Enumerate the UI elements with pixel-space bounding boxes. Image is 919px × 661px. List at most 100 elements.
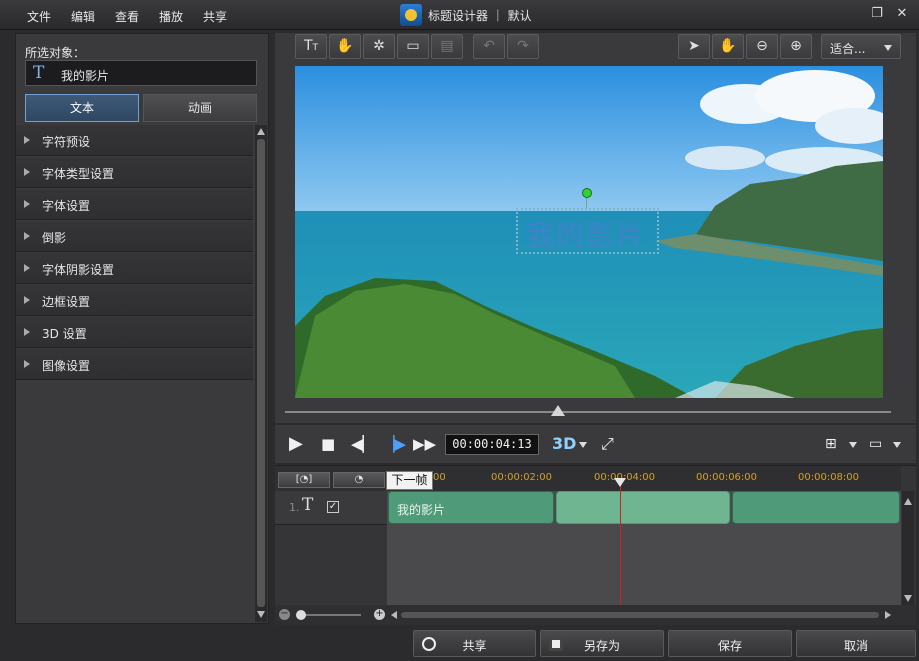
zoom-slider-track[interactable]	[297, 614, 361, 616]
prop-border[interactable]: 边框设置	[16, 285, 253, 316]
timeline-vertical-scrollbar[interactable]	[902, 491, 914, 609]
save-button[interactable]: 保存	[668, 630, 792, 657]
rotate-handle[interactable]	[582, 188, 592, 198]
expand-arrow-icon	[24, 200, 30, 208]
text-selection-box[interactable]: 我的影片	[516, 208, 659, 254]
add-background-icon[interactable]: ▤	[431, 34, 463, 59]
menu-view[interactable]: 查看	[115, 8, 139, 25]
undo-icon[interactable]: ↶	[473, 34, 505, 59]
menu-edit[interactable]: 编辑	[71, 8, 95, 25]
preview-area: 我的影片	[275, 61, 916, 423]
chevron-down-icon[interactable]	[579, 442, 587, 448]
previous-frame-icon[interactable]: ◀▏	[351, 435, 374, 453]
zoom-in-icon[interactable]: +	[374, 609, 385, 620]
scroll-thumb[interactable]	[257, 139, 265, 607]
add-effect-icon[interactable]: ✲	[363, 34, 395, 59]
add-image-icon[interactable]: ▭	[397, 34, 429, 59]
restore-icon[interactable]: ❐	[871, 7, 883, 20]
share-button[interactable]: 共享	[413, 630, 536, 657]
timeline-fit-icon[interactable]: [◔]	[278, 472, 330, 488]
tab-text[interactable]: 文本	[25, 94, 139, 122]
timecode-display: 00:00:04:13	[445, 434, 539, 455]
expand-arrow-icon	[24, 296, 30, 304]
add-particle-icon[interactable]: ✋	[329, 34, 361, 59]
zoom-out-icon[interactable]: ⊖	[746, 34, 778, 59]
tab-animation[interactable]: 动画	[143, 94, 257, 122]
track-lane: 我的影片	[387, 491, 901, 605]
selected-object-value: 我的影片	[61, 69, 110, 83]
scroll-down-icon[interactable]	[904, 595, 912, 602]
3d-mode-icon[interactable]: 3D	[552, 434, 576, 453]
ruler-tick-label: 00:00:06:00	[696, 472, 758, 483]
save-as-button[interactable]: 另存为	[540, 630, 664, 657]
redo-icon[interactable]: ↷	[507, 34, 539, 59]
zoom-out-icon[interactable]: −	[279, 609, 290, 620]
scrubber-thumb[interactable]	[551, 405, 565, 416]
ruler-tick-label: 00	[433, 472, 446, 483]
next-frame-icon[interactable]: ▕▶	[383, 435, 406, 453]
menu-play[interactable]: 播放	[159, 8, 183, 25]
timeline-ruler[interactable]: 00 00:00:02:00 00:00:04:00 00:00:06:00 0…	[387, 466, 901, 491]
clip-end-segment[interactable]	[732, 491, 900, 524]
next-frame-tooltip: 下一帧	[386, 471, 433, 490]
title-clip[interactable]: 我的影片	[388, 491, 554, 524]
timeline-horizontal-scrollbar[interactable]	[401, 612, 879, 618]
stop-icon[interactable]: ■	[321, 435, 335, 453]
select-tool-icon[interactable]: ➤	[678, 34, 710, 59]
menu-file[interactable]: 文件	[27, 8, 51, 25]
ruler-tick-label: 00:00:02:00	[491, 472, 553, 483]
add-text-icon[interactable]: TT	[295, 34, 327, 59]
hand-tool-icon[interactable]: ✋	[712, 34, 744, 59]
playhead-line[interactable]	[620, 480, 621, 606]
prop-font[interactable]: 字体设置	[16, 189, 253, 220]
scroll-up-icon[interactable]	[257, 128, 265, 135]
expand-arrow-icon	[24, 264, 30, 272]
zoom-slider-thumb[interactable]	[296, 610, 306, 620]
play-icon[interactable]: ▶	[289, 433, 303, 454]
track-index: 1.	[289, 501, 300, 514]
expand-arrow-icon	[24, 168, 30, 176]
playhead-marker[interactable]	[614, 478, 626, 487]
track-header: 1. T ✓	[275, 491, 387, 525]
prop-image[interactable]: 图像设置	[16, 349, 253, 380]
grid-lines-icon[interactable]: ⊞	[825, 436, 837, 452]
chevron-down-icon[interactable]	[893, 442, 901, 448]
menu-bar: 文件 编辑 查看 播放 共享 标题设计器 ｜ 默认 ❐ ✕	[0, 0, 919, 30]
timeline-clock-icon[interactable]: ◔	[333, 472, 385, 488]
fast-forward-icon[interactable]: ▶▶	[413, 435, 436, 453]
cancel-button[interactable]: 取消	[796, 630, 916, 657]
scroll-up-icon[interactable]	[904, 498, 912, 505]
expand-arrow-icon	[24, 328, 30, 336]
prop-3d[interactable]: 3D 设置	[16, 317, 253, 348]
property-list: 字符预设 字体类型设置 字体设置 倒影 字体阴影设置 边框设置 3D 设置 图像…	[16, 125, 253, 622]
overlay-title-text: 我的影片	[526, 219, 647, 252]
safe-area-icon[interactable]: ▭	[869, 436, 882, 452]
track-visible-checkbox[interactable]: ✓	[327, 501, 339, 513]
zoom-in-icon[interactable]: ⊕	[780, 34, 812, 59]
clip-middle-segment[interactable]	[556, 491, 730, 524]
chevron-down-icon[interactable]	[849, 442, 857, 448]
app-logo-icon	[400, 4, 422, 26]
close-icon[interactable]: ✕	[896, 7, 908, 20]
preview-canvas[interactable]: 我的影片	[295, 66, 883, 398]
prop-reflection[interactable]: 倒影	[16, 221, 253, 252]
expand-arrow-icon	[24, 232, 30, 240]
chevron-down-icon	[884, 45, 892, 51]
property-scrollbar[interactable]	[255, 125, 267, 622]
zoom-fit-select[interactable]: 适合...	[821, 34, 901, 59]
prop-font-type[interactable]: 字体类型设置	[16, 157, 253, 188]
menu-share[interactable]: 共享	[203, 8, 227, 25]
scroll-down-icon[interactable]	[257, 611, 265, 618]
preview-scrubber-track[interactable]	[285, 411, 891, 413]
prop-char-preset[interactable]: 字符预设	[16, 125, 253, 156]
scroll-left-icon[interactable]	[391, 611, 397, 619]
prop-shadow[interactable]: 字体阴影设置	[16, 253, 253, 284]
designer-toolbar: TT ✋ ✲ ▭ ▤ ↶ ↷ ➤ ✋ ⊖ ⊕ 适合...	[275, 33, 916, 61]
selected-object-field[interactable]: T 我的影片	[25, 60, 257, 86]
fullscreen-icon[interactable]: ⤢	[601, 434, 614, 454]
scroll-right-icon[interactable]	[885, 611, 891, 619]
ruler-tick-label: 00:00:08:00	[798, 472, 860, 483]
timeline-header: [◔] ◔	[275, 466, 387, 491]
selected-object-label: 所选对象：	[25, 46, 86, 60]
text-track-icon: T	[302, 495, 314, 515]
